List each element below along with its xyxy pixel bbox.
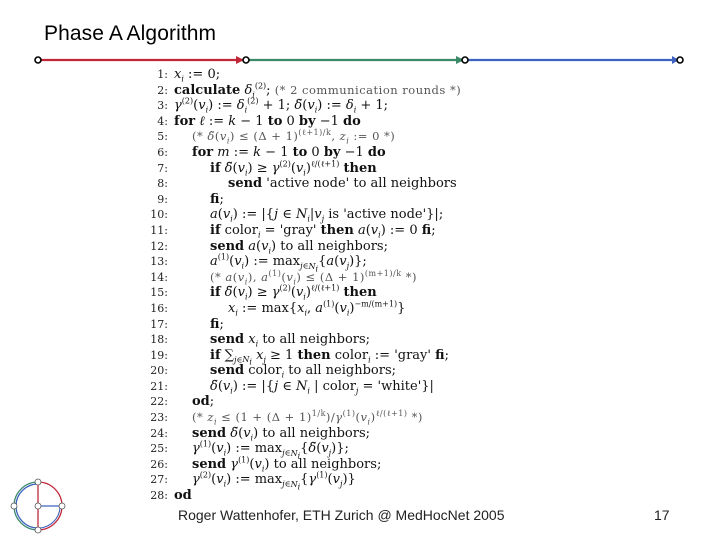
line-code: fi; bbox=[210, 191, 224, 207]
algorithm-line: 20: send colori to all neighbors; bbox=[146, 363, 566, 379]
algorithm-line: 7: if δ̃(vi) ≥ γ(2)(vi)ℓ/(ℓ+1) then bbox=[146, 159, 566, 178]
algorithm-line: 16: xi := max{xi, a(1)(vi)−m/(m+1)} bbox=[146, 299, 566, 318]
slide-footer: Roger Wattenhofer, ETH Zurich @ MedHocNe… bbox=[178, 507, 505, 523]
algorithm-line: 24: send δ̃(vi) to all neighbors; bbox=[146, 426, 566, 442]
line-code: fi; bbox=[210, 316, 224, 332]
algorithm-line: 25: γ(1)(vi) := maxj∈Ni{δ̃(vj)}; bbox=[146, 439, 566, 461]
line-number: 3: bbox=[157, 99, 168, 113]
line-code: if δ̃(vi) ≥ γ(2)(vi)ℓ/(ℓ+1) then bbox=[210, 283, 377, 302]
line-number: 21: bbox=[150, 379, 168, 393]
line-code: if ∑j∈Ni xj ≥ 1 then colori := 'gray' fi… bbox=[210, 347, 449, 367]
line-code: xi := max{xi, a(1)(vi)−m/(m+1)} bbox=[228, 299, 406, 318]
algorithm-line: 1: xi := 0; bbox=[146, 67, 566, 83]
algorithm-line: 17: fi; bbox=[146, 317, 566, 333]
line-code: a(vi) := |{j ∈ Ni|vj is 'active node'}|; bbox=[210, 207, 444, 224]
line-code: od bbox=[174, 488, 192, 504]
line-code: (* δ̃(vi) ≤ (Δ + 1)(ℓ+1)/k, zi := 0 *) bbox=[192, 128, 396, 146]
node-2 bbox=[242, 56, 250, 64]
algorithm-line: 4: for ℓ := k − 1 to 0 by −1 do bbox=[146, 114, 566, 130]
line-number: 5: bbox=[157, 130, 168, 144]
algorithm-line: 6: for m := k − 1 to 0 by −1 do bbox=[146, 145, 566, 161]
line-number: 15: bbox=[150, 286, 168, 300]
line-code: (* a(vi), a(1)(vi) ≤ (Δ + 1)(m+1)/k *) bbox=[210, 268, 417, 287]
algorithm-line: 5: (* δ̃(vi) ≤ (Δ + 1)(ℓ+1)/k, zi := 0 *) bbox=[146, 129, 566, 145]
line-code: calculate δi(2); (* 2 communication roun… bbox=[174, 81, 462, 100]
line-code: γ(2)(vi) := maxj∈Ni{γ(1)(vj)} bbox=[192, 471, 356, 492]
algorithm-listing: 1: xi := 0; 2: calculate δi(2); (* 2 commun… bbox=[146, 67, 566, 504]
line-number: 28: bbox=[150, 489, 168, 503]
algorithm-line: 19: if ∑j∈Ni xj ≥ 1 then colori := 'gray'… bbox=[146, 347, 566, 367]
line-number: 10: bbox=[150, 208, 168, 222]
algorithm-line: 22: od; bbox=[146, 394, 566, 410]
line-code: send a(vi) to all neighbors; bbox=[210, 238, 388, 256]
line-code: (* zi ≤ (1 + (Δ + 1)1/k)/γ(1)(vi)ℓ/(ℓ+1)… bbox=[192, 409, 423, 427]
line-number: 14: bbox=[150, 270, 168, 284]
algorithm-line: 18: send xi to all neighbors; bbox=[146, 332, 566, 348]
page-number: 17 bbox=[654, 507, 670, 523]
line-code: if δ̃(vi) ≥ γ(2)(vi)ℓ/(ℓ+1) then bbox=[210, 159, 377, 178]
algorithm-line: 15: if δ̃(vi) ≥ γ(2)(vi)ℓ/(ℓ+1) then bbox=[146, 283, 566, 302]
algorithm-line: 11: if colori = 'gray' then a(vi) := 0 fi… bbox=[146, 223, 566, 239]
line-number: 22: bbox=[150, 395, 168, 409]
line-code: for ℓ := k − 1 to 0 by −1 do bbox=[174, 113, 361, 129]
line-code: send xi to all neighbors; bbox=[210, 332, 371, 349]
node-3 bbox=[461, 56, 469, 64]
line-number: 11: bbox=[150, 223, 168, 237]
line-number: 9: bbox=[157, 192, 168, 206]
algorithm-line: 2: calculate δi(2); (* 2 communication ro… bbox=[146, 81, 566, 100]
line-code: send colori to all neighbors; bbox=[210, 363, 397, 380]
algorithm-line: 9: fi; bbox=[146, 192, 566, 208]
line-code: send δ̃(vi) to all neighbors; bbox=[192, 425, 371, 443]
line-number: 13: bbox=[150, 255, 168, 269]
line-number: 4: bbox=[157, 114, 168, 128]
algorithm-line: 8: send 'active node' to all neighbors bbox=[146, 176, 566, 192]
line-number: 8: bbox=[157, 177, 168, 191]
distributed-computing-logo-icon bbox=[10, 478, 66, 534]
node-1 bbox=[34, 56, 42, 64]
line-code: if colori = 'gray' then a(vi) := 0 fi; bbox=[210, 222, 436, 240]
line-code: δ̃(vi) := |{j ∈ Ni | colorj = 'white'}| bbox=[210, 378, 434, 396]
algorithm-line: 27: γ(2)(vi) := maxj∈Ni{γ(1)(vj)} bbox=[146, 471, 566, 492]
line-number: 16: bbox=[150, 301, 168, 315]
algorithm-line: 28: od bbox=[146, 488, 566, 504]
line-code: xi := 0; bbox=[174, 67, 221, 84]
line-number: 1: bbox=[157, 68, 168, 81]
line-number: 24: bbox=[150, 426, 168, 440]
line-number: 26: bbox=[150, 457, 168, 471]
line-number: 20: bbox=[150, 364, 168, 378]
algorithm-line: 13: a(1)(vi) := maxj∈Ni{a(vj)}; bbox=[146, 252, 566, 274]
line-code: od; bbox=[192, 394, 215, 410]
line-number: 19: bbox=[150, 348, 168, 362]
algorithm-line: 23: (* zi ≤ (1 + (Δ + 1)1/k)/γ(1)(vi)ℓ/(ℓ… bbox=[146, 410, 566, 426]
line-number: 27: bbox=[150, 473, 168, 487]
algorithm-line: 26: send γ(1)(vi) to all neighbors; bbox=[146, 455, 566, 474]
line-number: 12: bbox=[150, 239, 168, 253]
line-code: send γ(1)(vi) to all neighbors; bbox=[192, 455, 382, 474]
algorithm-line: 10: a(vi) := |{j ∈ Ni|vj is 'active node'… bbox=[146, 207, 566, 223]
line-code: γ(1)(vi) := maxj∈Ni{δ̃(vj)}; bbox=[192, 439, 349, 461]
line-code: for m := k − 1 to 0 by −1 do bbox=[192, 144, 386, 160]
line-code: γ(2)(vi) := δi(2) + 1; δ̃(vi) := δi + 1; bbox=[174, 96, 389, 115]
line-number: 7: bbox=[157, 161, 168, 175]
line-number: 17: bbox=[150, 317, 168, 331]
line-code: a(1)(vi) := maxj∈Ni{a(vj)}; bbox=[210, 252, 367, 274]
line-code: send 'active node' to all neighbors bbox=[228, 176, 457, 192]
algorithm-line: 3: γ(2)(vi) := δi(2) + 1; δ̃(vi) := δi + … bbox=[146, 96, 566, 115]
line-number: 6: bbox=[157, 145, 168, 159]
line-number: 18: bbox=[150, 333, 168, 347]
line-number: 23: bbox=[150, 411, 168, 425]
algorithm-line: 12: send a(vi) to all neighbors; bbox=[146, 239, 566, 255]
node-4 bbox=[676, 56, 684, 64]
line-number: 25: bbox=[150, 442, 168, 456]
algorithm-line: 21: δ̃(vi) := |{j ∈ Ni | colorj = 'white'… bbox=[146, 379, 566, 395]
algorithm-line: 14: (* a(vi), a(1)(vi) ≤ (Δ + 1)(m+1)/k *… bbox=[146, 268, 566, 287]
line-number: 2: bbox=[157, 83, 168, 97]
